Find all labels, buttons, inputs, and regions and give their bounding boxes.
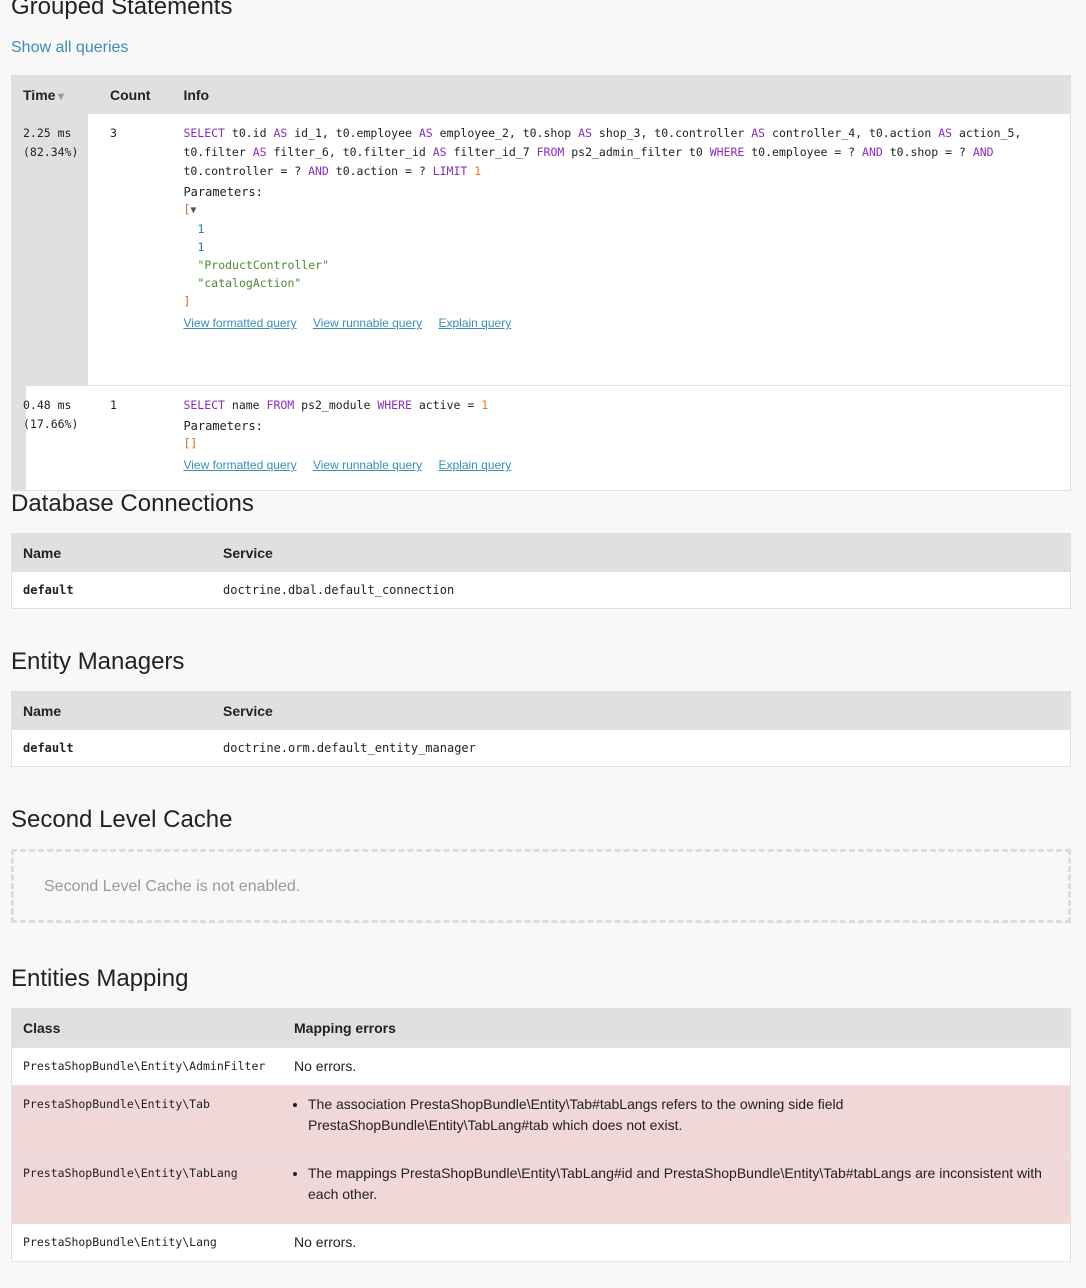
entity-class: PrestaShopBundle\Entity\Tab bbox=[23, 1097, 210, 1111]
view-runnable-query-link[interactable]: View runnable query bbox=[313, 316, 422, 330]
mapping-error: The association PrestaShopBundle\Entity\… bbox=[283, 1086, 1071, 1155]
view-formatted-query-link[interactable]: View formatted query bbox=[183, 458, 296, 472]
mapping-error: The mappings PrestaShopBundle\Entity\Tab… bbox=[283, 1155, 1071, 1224]
database-connections-title: Database Connections bbox=[11, 490, 254, 517]
mapping-status: No errors. bbox=[294, 1234, 357, 1250]
explain-query-link[interactable]: Explain query bbox=[438, 316, 511, 330]
parameters-dump: [] bbox=[183, 436, 198, 450]
second-level-cache-title: Second Level Cache bbox=[11, 806, 233, 833]
view-formatted-query-link[interactable]: View formatted query bbox=[183, 316, 296, 330]
mapping-table: Class Mapping errors PrestaShopBundle\Ent… bbox=[11, 1008, 1071, 1262]
info-column-header: Info bbox=[161, 75, 1071, 114]
table-row: PrestaShopBundle\Entity\AdminFilter No e… bbox=[11, 1048, 1071, 1086]
connections-table: Name Service default doctrine.dbal.default… bbox=[11, 533, 1071, 609]
parameters-dump: [▼ 1 1 "ProductController" "catalogActio… bbox=[183, 202, 329, 308]
query-time: 2.25 ms (82.34%) bbox=[11, 114, 88, 386]
view-runnable-query-link[interactable]: View runnable query bbox=[313, 458, 422, 472]
entity-class: PrestaShopBundle\Entity\AdminFilter bbox=[23, 1059, 266, 1073]
time-column-header[interactable]: Time▼ bbox=[11, 75, 88, 114]
count-column-header: Count bbox=[88, 75, 162, 114]
table-row: default doctrine.dbal.default_connection bbox=[12, 572, 1071, 609]
service-column-header: Service bbox=[212, 533, 1071, 572]
table-row: PrestaShopBundle\Entity\Tab The associat… bbox=[11, 1085, 1071, 1155]
mapping-errors-column-header: Mapping errors bbox=[283, 1008, 1071, 1048]
collapse-toggle-icon[interactable]: ▼ bbox=[190, 205, 196, 216]
entities-mapping-title: Entities Mapping bbox=[11, 965, 189, 992]
class-column-header: Class bbox=[11, 1008, 283, 1048]
name-column-header: Name bbox=[11, 533, 212, 572]
table-row: default doctrine.orm.default_entity_manag… bbox=[12, 730, 1071, 767]
name-column-header: Name bbox=[11, 691, 212, 730]
connection-service: doctrine.dbal.default_connection bbox=[223, 583, 455, 597]
parameters-label: Parameters: bbox=[183, 185, 263, 199]
manager-name: default bbox=[23, 741, 74, 755]
query-time: 0.48 ms (17.66%) bbox=[11, 385, 88, 491]
cache-empty-message: Second Level Cache is not enabled. bbox=[11, 849, 1071, 923]
query-info: SELECT t0.id AS id_1, t0.employee AS emp… bbox=[161, 114, 1070, 386]
entity-class: PrestaShopBundle\Entity\TabLang bbox=[23, 1166, 238, 1180]
query-count: 1 bbox=[110, 398, 117, 412]
entity-managers-title: Entity Managers bbox=[11, 648, 185, 675]
query-row: 0.48 ms (17.66%) 1 SELECT name FROM ps2_m… bbox=[11, 385, 1071, 491]
table-row: PrestaShopBundle\Entity\Lang No errors. bbox=[11, 1224, 1071, 1262]
explain-query-link[interactable]: Explain query bbox=[438, 458, 511, 472]
grouped-statements-title: Grouped Statements bbox=[11, 0, 233, 20]
service-column-header: Service bbox=[212, 691, 1071, 730]
query-row: 2.25 ms (82.34%) 3 SELECT t0.id AS id_1, … bbox=[11, 114, 1071, 386]
connection-name: default bbox=[23, 583, 74, 597]
query-info: SELECT name FROM ps2_module WHERE active… bbox=[161, 386, 1070, 491]
sql-statement: SELECT t0.id AS id_1, t0.employee AS emp… bbox=[183, 126, 1022, 178]
parameters-label: Parameters: bbox=[183, 419, 263, 433]
sql-statement: SELECT name FROM ps2_module WHERE active… bbox=[183, 398, 489, 412]
manager-service: doctrine.orm.default_entity_manager bbox=[223, 741, 476, 755]
entity-class: PrestaShopBundle\Entity\Lang bbox=[23, 1235, 217, 1249]
table-row: PrestaShopBundle\Entity\TabLang The mapp… bbox=[11, 1154, 1071, 1224]
show-all-queries-link[interactable]: Show all queries bbox=[11, 39, 128, 57]
sort-desc-icon: ▼ bbox=[55, 91, 67, 103]
queries-table: Time▼ Count Info 2.25 ms (82.34%) 3 SELEC… bbox=[11, 75, 1071, 491]
entity-managers-table: Name Service default doctrine.orm.default_… bbox=[11, 691, 1071, 767]
mapping-status: No errors. bbox=[294, 1058, 357, 1074]
query-count: 3 bbox=[110, 126, 117, 140]
